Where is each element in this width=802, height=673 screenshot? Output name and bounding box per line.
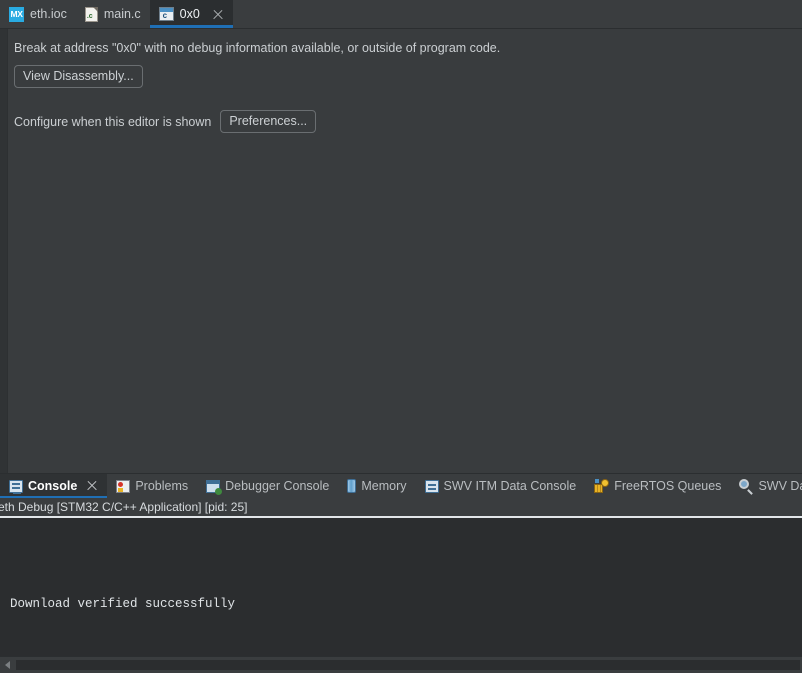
configure-editor-label: Configure when this editor is shown	[14, 114, 212, 129]
editor-canvas: Break at address "0x0" with no debug inf…	[8, 29, 802, 473]
view-tab-label: Problems	[135, 479, 189, 493]
scroll-left-arrow-icon[interactable]	[0, 657, 16, 673]
memory-icon	[347, 479, 357, 493]
swv-itm-data-console-icon	[424, 479, 439, 493]
view-tab-label: Debugger Console	[225, 479, 330, 493]
scrollbar-track[interactable]	[16, 660, 800, 670]
console-output-area[interactable]: Download verified successfully	[0, 518, 802, 656]
view-tab-label: SWV Data Trace	[758, 479, 802, 493]
view-tab-label: Memory	[361, 479, 407, 493]
view-tab-swv-itm-data-console[interactable]: SWV ITM Data Console	[416, 474, 586, 498]
view-tab-problems[interactable]: Problems	[107, 474, 197, 498]
editor-tab-label: eth.ioc	[30, 6, 67, 21]
c-source-file-icon: .c	[84, 6, 98, 22]
problems-icon	[116, 479, 131, 493]
swv-data-trace-icon	[739, 479, 754, 495]
editor-tab-label: main.c	[103, 6, 141, 21]
view-tab-swv-data-trace[interactable]: SWV Data Trace	[730, 474, 802, 498]
console-horizontal-scrollbar[interactable]	[0, 656, 802, 673]
preferences-button[interactable]: Preferences...	[220, 110, 317, 133]
freertos-queues-icon	[594, 479, 610, 493]
editor-tab-label: 0x0	[179, 6, 200, 21]
view-tab-console[interactable]: Console	[0, 474, 108, 498]
view-tab-label: FreeRTOS Queues	[614, 479, 722, 493]
console-output-line: Download verified successfully	[10, 597, 236, 611]
view-tab-freertos-queues[interactable]: FreeRTOS Queues	[585, 474, 730, 498]
break-message: Break at address "0x0" with no debug inf…	[14, 41, 501, 55]
console-launch-status: eth Debug [STM32 C/C++ Application] [pid…	[0, 498, 802, 516]
c-disassembly-window-icon-label: c	[162, 11, 168, 20]
view-tab-debugger-console[interactable]: Debugger Console	[197, 474, 338, 498]
editor-tab-0x0[interactable]: c 0x0	[149, 0, 233, 28]
editor-tab-bar: MX eth.ioc .c main.c c 0x0	[0, 0, 802, 29]
close-icon[interactable]	[86, 480, 98, 492]
cubemx-icon: MX	[9, 6, 24, 22]
c-disassembly-window-icon: c	[158, 7, 174, 21]
configure-editor-row: Configure when this editor is shown Pref…	[14, 110, 802, 133]
view-tab-label: Console	[28, 479, 78, 493]
console-icon	[9, 479, 23, 494]
editor-area: MX eth.ioc .c main.c c 0x0 Break at addr…	[0, 0, 802, 473]
ide-window: MX eth.ioc .c main.c c 0x0 Break at addr…	[0, 0, 802, 673]
editor-body: Break at address "0x0" with no debug inf…	[0, 29, 802, 473]
view-tab-memory[interactable]: Memory	[338, 474, 415, 498]
bottom-panel: Console Problems Debugger Console Memory…	[0, 473, 802, 673]
close-icon[interactable]	[211, 8, 224, 21]
editor-tab-main-c[interactable]: .c main.c	[76, 0, 150, 28]
view-tab-bar: Console Problems Debugger Console Memory…	[0, 474, 802, 498]
editor-tab-eth-ioc[interactable]: MX eth.ioc	[0, 0, 76, 28]
editor-gutter	[0, 29, 8, 473]
view-tab-label: SWV ITM Data Console	[443, 479, 577, 493]
view-disassembly-row: View Disassembly...	[14, 65, 802, 88]
debugger-console-icon	[206, 479, 223, 495]
view-disassembly-button[interactable]: View Disassembly...	[14, 65, 143, 88]
c-source-file-icon-label: .c	[86, 12, 93, 20]
